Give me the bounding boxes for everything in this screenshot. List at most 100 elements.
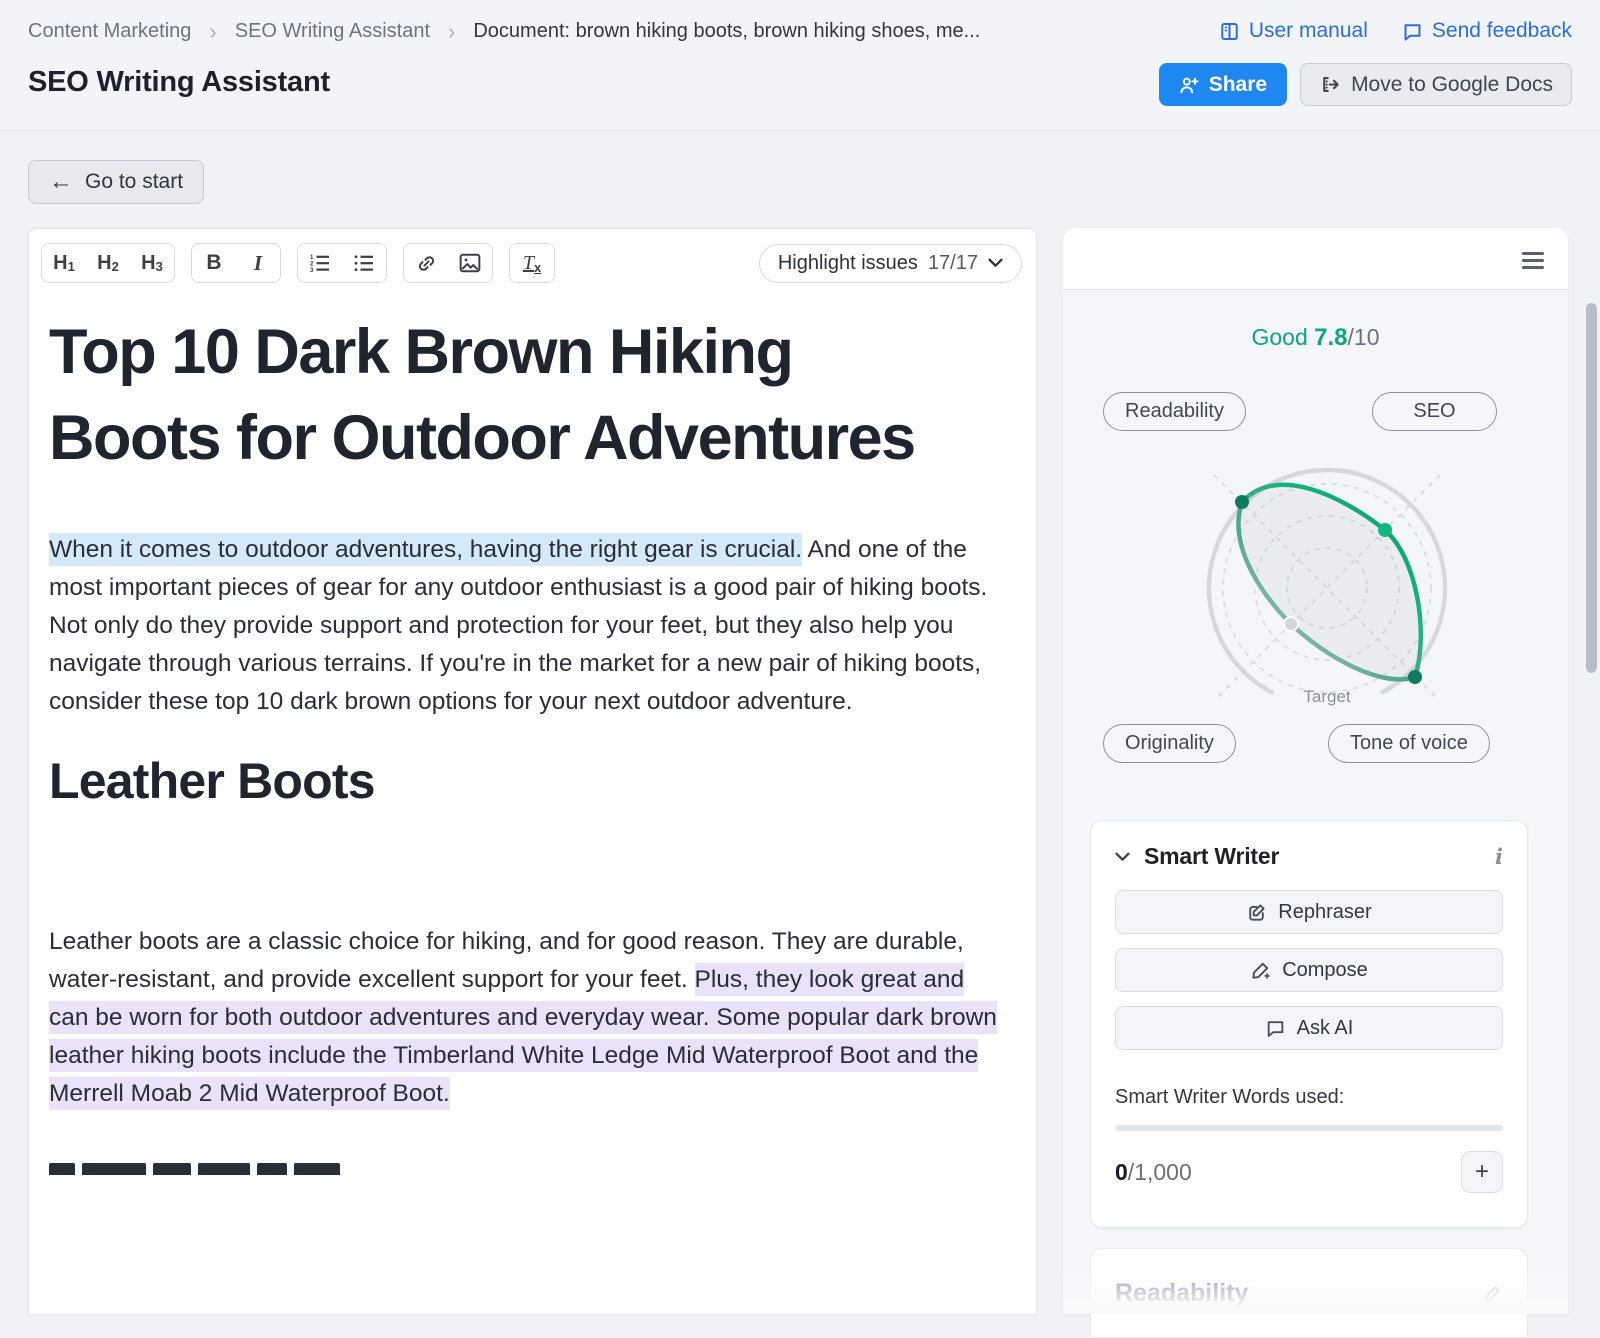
tone-of-voice-point xyxy=(1408,670,1422,684)
words-used-label: Smart Writer Words used: xyxy=(1115,1086,1503,1109)
heading-buttons-group: H1 H2 H3 xyxy=(41,243,175,283)
clear-format-t: T xyxy=(523,252,534,275)
breadcrumb-document: Document: brown hiking boots, brown hiki… xyxy=(473,20,980,43)
readability-pill[interactable]: Readability xyxy=(1103,392,1246,431)
editor-toolbar: H1 H2 H3 B I 1 2 3 xyxy=(41,243,1022,283)
rephraser-pen-icon xyxy=(1246,902,1267,923)
clear-format-x: x xyxy=(534,260,541,275)
highlight-issues-count: 17/17 xyxy=(928,252,978,275)
ask-ai-button[interactable]: Ask AI xyxy=(1115,1006,1503,1050)
ask-ai-label: Ask AI xyxy=(1297,1017,1354,1040)
originality-point xyxy=(1284,617,1298,631)
target-label: Target xyxy=(1303,687,1351,706)
readability-section-title: Readability xyxy=(1115,1279,1248,1308)
move-export-icon xyxy=(1319,74,1340,95)
readability-point xyxy=(1235,495,1249,509)
breadcrumb-separator-icon: › xyxy=(209,21,216,43)
insert-image-button[interactable] xyxy=(448,244,492,282)
send-feedback-label: Send feedback xyxy=(1432,19,1572,43)
back-arrow-icon: ← xyxy=(49,170,73,194)
h3-label: H xyxy=(141,252,155,275)
svg-text:3: 3 xyxy=(310,268,314,273)
score-max: /10 xyxy=(1348,324,1380,350)
clear-format-group: Tx xyxy=(509,243,555,283)
heading-2-button[interactable]: H2 xyxy=(86,244,130,282)
compose-button[interactable]: Compose xyxy=(1115,948,1503,992)
page-title: SEO Writing Assistant xyxy=(28,66,330,99)
h2-label: H xyxy=(97,252,111,275)
app-header: Content Marketing › SEO Writing Assistan… xyxy=(0,0,1600,131)
h3-sub: 3 xyxy=(156,259,163,274)
list-buttons-group: 1 2 3 xyxy=(297,243,387,283)
compose-label: Compose xyxy=(1282,959,1368,982)
highlight-issues-dropdown[interactable]: Highlight issues 17/17 xyxy=(759,244,1022,283)
rephraser-label: Rephraser xyxy=(1278,901,1371,924)
rephraser-button[interactable]: Rephraser xyxy=(1115,890,1503,934)
words-used-progressbar xyxy=(1115,1125,1503,1131)
score-gauge: Target xyxy=(1177,438,1477,738)
info-icon[interactable]: i xyxy=(1495,844,1503,869)
words-used-value: 0 xyxy=(1115,1159,1128,1186)
header-buttons: Share Move to Google Docs xyxy=(1159,63,1572,106)
bullet-list-button[interactable] xyxy=(342,244,386,282)
person-add-icon xyxy=(1179,75,1199,95)
smart-writer-title: Smart Writer xyxy=(1144,843,1279,870)
breadcrumb-content-marketing[interactable]: Content Marketing xyxy=(28,20,191,43)
insert-buttons-group xyxy=(403,243,493,283)
heading-1-button[interactable]: H1 xyxy=(42,244,86,282)
words-limit: /1,000 xyxy=(1128,1159,1192,1186)
share-button[interactable]: Share xyxy=(1159,63,1287,106)
user-manual-label: User manual xyxy=(1249,19,1368,43)
breadcrumb-separator-icon: › xyxy=(448,21,455,43)
seo-pill[interactable]: SEO xyxy=(1372,392,1497,431)
heading-3-button[interactable]: H3 xyxy=(130,244,174,282)
italic-button[interactable]: I xyxy=(236,244,280,282)
h1-sub: 1 xyxy=(68,259,75,274)
format-buttons-group: B I xyxy=(191,243,281,283)
document-editor[interactable]: Top 10 Dark Brown Hiking Boots for Outdo… xyxy=(49,295,1014,1175)
readability-card: Readability xyxy=(1090,1248,1528,1338)
clear-formatting-button[interactable]: Tx xyxy=(510,244,554,282)
sidebar-menu-icon[interactable] xyxy=(1522,252,1544,273)
highlighted-sentence-blue[interactable]: When it comes to outdoor adventures, hav… xyxy=(49,533,802,566)
add-words-button[interactable]: + xyxy=(1461,1151,1503,1193)
sidebar-header xyxy=(1063,228,1568,290)
gauge-score-blob xyxy=(1238,485,1420,680)
clipped-next-line xyxy=(49,1163,389,1175)
editor-card: H1 H2 H3 B I 1 2 3 xyxy=(28,228,1037,1314)
score-value: 7.8 xyxy=(1314,324,1347,351)
seo-point xyxy=(1378,523,1392,537)
insert-link-button[interactable] xyxy=(404,244,448,282)
compose-magic-pen-icon xyxy=(1250,960,1271,981)
h2-sub: 2 xyxy=(112,259,119,274)
collapse-chevron-icon[interactable] xyxy=(1115,852,1130,862)
edit-pencil-icon[interactable] xyxy=(1481,1283,1503,1305)
highlight-issues-label: Highlight issues xyxy=(778,252,918,275)
analysis-sidebar: Good 7.8/10 Readability SEO Originality … xyxy=(1063,228,1568,1314)
bold-button[interactable]: B xyxy=(192,244,236,282)
user-manual-link[interactable]: User manual xyxy=(1219,19,1368,43)
ask-ai-chat-icon xyxy=(1265,1018,1286,1039)
breadcrumb-seo-writing-assistant[interactable]: SEO Writing Assistant xyxy=(235,20,430,43)
chevron-down-icon xyxy=(988,258,1003,268)
smart-writer-card: Smart Writer i Rephraser Compose Ask AI … xyxy=(1090,820,1528,1228)
share-label: Share xyxy=(1209,73,1267,97)
score-label: Good xyxy=(1251,324,1307,350)
go-to-start-button[interactable]: ← Go to start xyxy=(28,160,204,204)
h1-label: H xyxy=(53,252,67,275)
header-links: User manual Send feedback xyxy=(1219,19,1572,43)
go-to-start-label: Go to start xyxy=(85,170,183,194)
svg-text:2: 2 xyxy=(310,262,314,268)
image-icon xyxy=(459,253,481,273)
chat-icon xyxy=(1402,21,1423,42)
ordered-list-icon: 1 2 3 xyxy=(309,253,331,273)
document-title: Top 10 Dark Brown Hiking Boots for Outdo… xyxy=(49,309,979,481)
move-to-google-docs-button[interactable]: Move to Google Docs xyxy=(1300,63,1572,106)
page-scrollbar-thumb[interactable] xyxy=(1586,303,1597,673)
ordered-list-button[interactable]: 1 2 3 xyxy=(298,244,342,282)
bullet-list-icon xyxy=(353,253,375,273)
book-icon xyxy=(1219,21,1240,42)
section-paragraph: Leather boots are a classic choice for h… xyxy=(49,923,1009,1113)
send-feedback-link[interactable]: Send feedback xyxy=(1402,19,1572,43)
intro-paragraph: When it comes to outdoor adventures, hav… xyxy=(49,531,1009,721)
